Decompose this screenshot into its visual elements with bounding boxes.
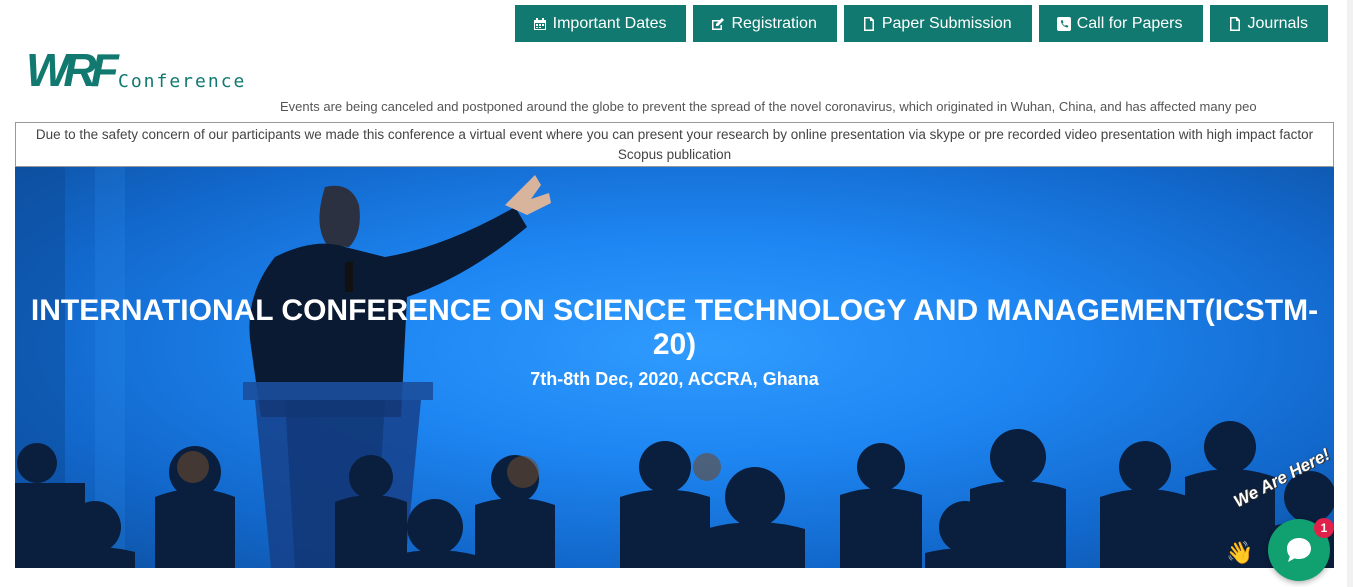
speaker-audience-image [15, 167, 1334, 568]
edit-icon [712, 17, 725, 30]
news-ticker-text: Events are being canceled and postponed … [280, 99, 1257, 114]
nav-call-for-papers-label: Call for Papers [1076, 14, 1183, 32]
top-navigation: Important Dates Registration Paper Submi… [514, 5, 1328, 42]
chat-widget[interactable]: We Are Here! 👋 1 [1222, 445, 1352, 587]
logo-subtitle: Conference [118, 71, 247, 92]
logo-mark: WRF [26, 44, 119, 96]
virtual-event-notice: Due to the safety concern of our partici… [15, 122, 1334, 167]
site-logo[interactable]: WRF Conference [26, 47, 266, 97]
nav-paper-submission-label: Paper Submission [881, 14, 1012, 32]
nav-paper-submission-button[interactable]: Paper Submission [843, 5, 1032, 42]
nav-call-for-papers-button[interactable]: Call for Papers [1038, 5, 1203, 42]
chat-bubble-icon [1287, 538, 1311, 562]
news-ticker: Events are being canceled and postponed … [280, 99, 1353, 117]
nav-journals-label: Journals [1247, 14, 1308, 32]
phone-icon [1056, 16, 1071, 31]
nav-registration-label: Registration [731, 14, 817, 32]
hero-banner: INTERNATIONAL CONFERENCE ON SCIENCE TECH… [15, 167, 1334, 568]
conference-title: INTERNATIONAL CONFERENCE ON SCIENCE TECH… [30, 294, 1319, 361]
nav-journals-button[interactable]: Journals [1209, 5, 1328, 42]
page: Important Dates Registration Paper Submi… [0, 0, 1353, 587]
notice-text: Due to the safety concern of our partici… [35, 127, 1314, 162]
waving-hand-icon: 👋 [1226, 540, 1254, 565]
chat-notification-badge: 1 [1314, 518, 1334, 538]
file-icon [863, 16, 874, 31]
nav-important-dates-button[interactable]: Important Dates [514, 5, 687, 42]
nav-important-dates-label: Important Dates [552, 14, 667, 32]
file-icon [1229, 16, 1240, 31]
nav-registration-button[interactable]: Registration [693, 5, 837, 42]
calendar-icon [533, 17, 546, 30]
conference-date-location: 7th-8th Dec, 2020, ACCRA, Ghana [530, 369, 819, 389]
